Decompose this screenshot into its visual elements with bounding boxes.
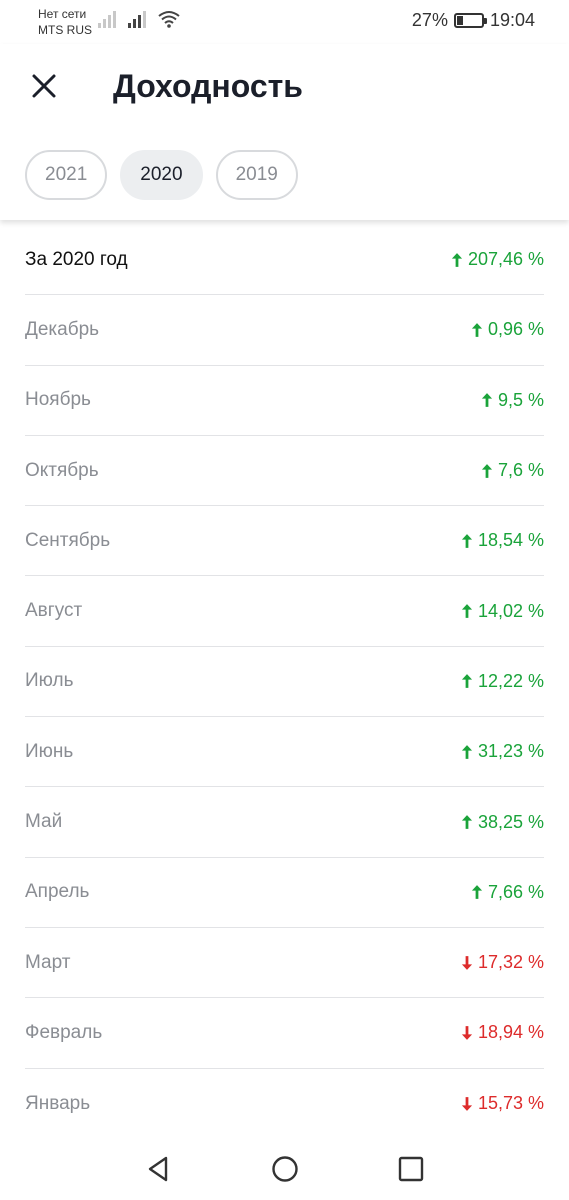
- arrow-up-icon: [461, 744, 473, 759]
- month-row[interactable]: Январь 15,73 %: [25, 1069, 544, 1139]
- status-icons: [98, 10, 180, 28]
- row-value-text: 14,02 %: [477, 600, 544, 621]
- tab-2020[interactable]: 2020: [120, 150, 203, 200]
- home-circle-icon: [272, 1156, 298, 1182]
- row-value: 38,25 %: [461, 812, 544, 833]
- row-value-text: 18,54 %: [477, 530, 544, 551]
- carrier-line-2: MTS RUS: [38, 23, 92, 37]
- page-title: Доходность: [113, 68, 303, 104]
- month-row[interactable]: Октябрь 7,6 %: [25, 436, 544, 507]
- row-value-text: 17,32 %: [477, 952, 544, 973]
- row-value: 207,46 %: [451, 249, 544, 270]
- row-label: Май: [25, 811, 63, 833]
- back-triangle-icon: [148, 1156, 168, 1182]
- back-button[interactable]: [144, 1154, 174, 1184]
- row-value-text: 18,94 %: [477, 1022, 544, 1043]
- row-value: 31,23 %: [461, 741, 544, 762]
- header: Доходность 2021 2020 2019: [0, 44, 569, 220]
- row-value-text: 7,6 %: [497, 460, 544, 481]
- row-value-text: 15,73 %: [477, 1093, 544, 1114]
- row-value: 0,96 %: [471, 319, 544, 340]
- month-row[interactable]: Август 14,02 %: [25, 576, 544, 647]
- row-label: Апрель: [25, 881, 90, 903]
- home-button[interactable]: [270, 1154, 300, 1184]
- row-label: Декабрь: [25, 318, 100, 340]
- row-value-text: 0,96 %: [487, 319, 544, 340]
- month-row[interactable]: Сентябрь 18,54 %: [25, 506, 544, 577]
- carrier-info: Нет сети MTS RUS: [38, 6, 92, 38]
- battery-percent: 27%: [411, 10, 448, 30]
- tab-2021[interactable]: 2021: [25, 150, 108, 200]
- recents-button[interactable]: [396, 1154, 426, 1184]
- arrow-up-icon: [471, 323, 483, 337]
- row-label: Ноябрь: [25, 389, 91, 411]
- row-value: 12,22 %: [461, 671, 544, 692]
- row-label: За 2020 год: [25, 248, 128, 270]
- row-value: 18,94 %: [461, 1022, 544, 1043]
- month-row[interactable]: Декабрь 0,96 %: [25, 295, 544, 366]
- total-row[interactable]: За 2020 год 207,46 %: [25, 225, 544, 296]
- row-value-text: 12,22 %: [477, 670, 544, 691]
- recents-square-icon: [398, 1156, 424, 1182]
- row-value-text: 31,23 %: [477, 741, 544, 762]
- row-value-text: 207,46 %: [467, 249, 544, 270]
- month-row[interactable]: Апрель 7,66 %: [25, 858, 544, 928]
- month-row[interactable]: Март 17,32 %: [25, 928, 544, 999]
- arrow-down-icon: [461, 955, 473, 970]
- arrow-down-icon: [461, 1096, 473, 1111]
- row-label: Сентябрь: [25, 529, 111, 551]
- status-bar: Нет сети MTS RUS 27% 19:04: [0, 0, 569, 44]
- signal-empty-icon: [98, 11, 116, 28]
- battery-fill: [456, 16, 463, 25]
- arrow-up-icon: [461, 604, 473, 619]
- month-row[interactable]: Июнь 31,23 %: [25, 717, 544, 788]
- year-tabs: 2021 2020 2019: [25, 150, 298, 200]
- arrow-up-icon: [481, 393, 493, 408]
- carrier-line-1: Нет сети: [38, 7, 87, 21]
- arrow-up-icon: [461, 674, 473, 689]
- row-label: Июль: [25, 670, 74, 692]
- row-label: Март: [25, 951, 71, 973]
- tab-2019[interactable]: 2019: [215, 150, 298, 200]
- returns-list: За 2020 год 207,46 % Декабрь 0,96 % Ноябрь 9,…: [25, 225, 544, 1139]
- row-value: 17,32 %: [461, 952, 544, 973]
- battery-icon: [453, 13, 487, 28]
- row-value: 9,5 %: [481, 390, 544, 411]
- row-value: 18,54 %: [461, 530, 544, 551]
- status-right: 27% 19:04: [412, 10, 535, 31]
- row-label: Октябрь: [25, 459, 99, 481]
- month-row[interactable]: Февраль 18,94 %: [25, 998, 544, 1069]
- arrow-up-icon: [481, 463, 493, 478]
- row-label: Февраль: [25, 1021, 103, 1043]
- month-row[interactable]: Ноябрь 9,5 %: [25, 366, 544, 436]
- arrow-up-icon: [461, 815, 473, 829]
- row-value-text: 7,66 %: [487, 881, 544, 902]
- row-value-text: 9,5 %: [497, 389, 544, 410]
- screen: Нет сети MTS RUS 27% 19:04 Доходность 20…: [0, 0, 569, 1200]
- row-value: 14,02 %: [461, 601, 544, 622]
- arrow-down-icon: [461, 1025, 473, 1040]
- row-label: Август: [25, 600, 83, 622]
- navigation-bar: [0, 1136, 569, 1200]
- row-label: Январь: [25, 1092, 91, 1114]
- arrow-up-icon: [451, 252, 463, 267]
- month-row[interactable]: Май 38,25 %: [25, 787, 544, 858]
- row-value: 7,66 %: [471, 882, 544, 903]
- close-icon: [32, 74, 56, 98]
- arrow-up-icon: [461, 533, 473, 548]
- arrow-up-icon: [471, 885, 483, 900]
- row-value: 15,73 %: [461, 1093, 544, 1114]
- row-label: Июнь: [25, 740, 74, 762]
- signal-icon: [128, 11, 146, 28]
- row-value: 7,6 %: [481, 460, 544, 481]
- month-row[interactable]: Июль 12,22 %: [25, 647, 544, 718]
- row-value-text: 38,25 %: [477, 811, 544, 832]
- close-button[interactable]: [26, 68, 62, 104]
- clock: 19:04: [489, 10, 535, 30]
- wifi-icon: [158, 11, 180, 28]
